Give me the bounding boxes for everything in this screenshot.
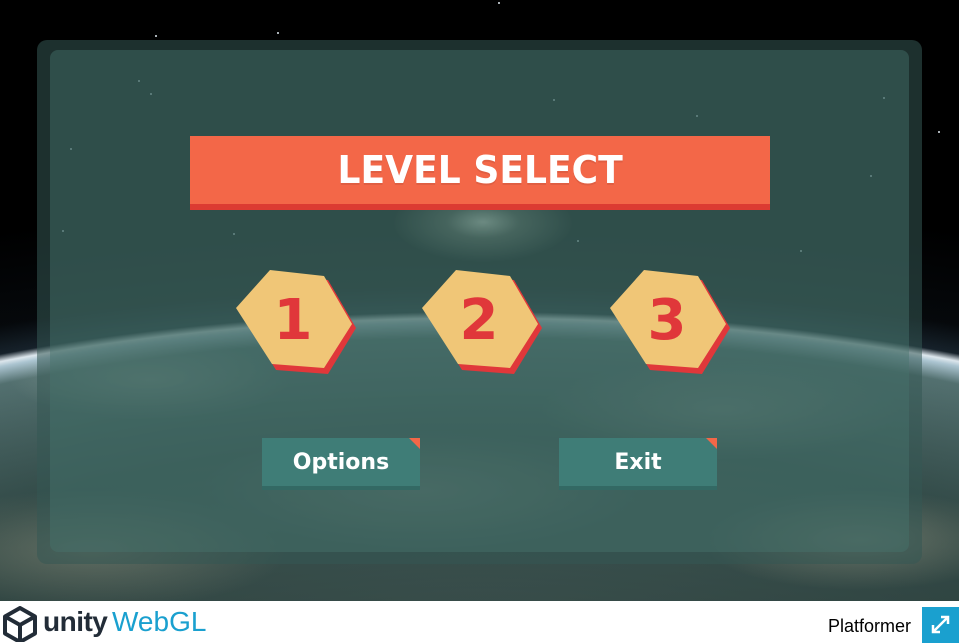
star (277, 32, 279, 34)
webgl-brand-text: WebGL (112, 606, 207, 637)
star (498, 2, 500, 4)
fullscreen-button[interactable] (922, 607, 959, 643)
star (155, 35, 157, 37)
star (938, 131, 940, 133)
level-1-label: 1 (273, 287, 313, 353)
corner-accent (706, 438, 717, 449)
level-1-button[interactable]: 1 (234, 270, 358, 378)
app-title: Platformer (827, 616, 911, 636)
options-label: Options (292, 449, 390, 475)
exit-button[interactable]: Exit (559, 438, 717, 490)
options-button[interactable]: Options (262, 438, 420, 490)
webgl-footer: unity WebGL Platformer (0, 601, 959, 643)
title-banner: LEVEL SELECT (190, 136, 770, 210)
game-canvas[interactable]: LEVEL SELECT 1 2 3 Options Exit (0, 0, 959, 601)
unity-brand-text: unity (43, 606, 108, 637)
level-3-button[interactable]: 3 (608, 270, 732, 378)
level-2-label: 2 (459, 287, 499, 353)
unity-logo-icon (3, 606, 37, 642)
fullscreen-icon (931, 615, 950, 634)
page-title: LEVEL SELECT (337, 148, 623, 192)
corner-accent (409, 438, 420, 449)
level-2-button[interactable]: 2 (420, 270, 544, 378)
exit-label: Exit (614, 449, 662, 475)
level-3-label: 3 (647, 287, 687, 353)
